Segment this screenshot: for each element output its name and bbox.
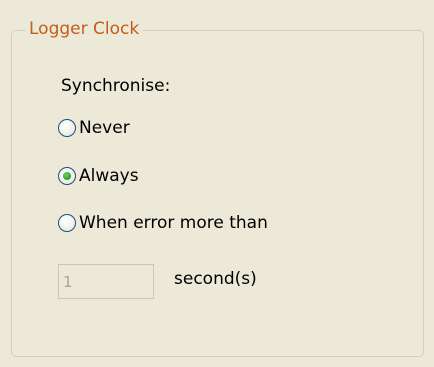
radio-always-circle[interactable] xyxy=(58,167,76,185)
radio-always[interactable]: Always xyxy=(58,164,139,188)
radio-never-label[interactable]: Never xyxy=(79,117,130,139)
radio-when-error-circle[interactable] xyxy=(58,214,76,232)
radio-never-circle[interactable] xyxy=(58,119,76,137)
group-title: Logger Clock xyxy=(26,18,143,40)
radio-when-error-label[interactable]: When error more than xyxy=(79,212,268,234)
error-threshold-input[interactable] xyxy=(58,264,154,299)
radio-always-label[interactable]: Always xyxy=(79,165,139,187)
seconds-unit-label: second(s) xyxy=(174,269,257,289)
radio-when-error[interactable]: When error more than xyxy=(58,211,268,235)
synchronise-label: Synchronise: xyxy=(61,76,171,96)
radio-selected-dot xyxy=(63,172,71,180)
radio-never[interactable]: Never xyxy=(58,116,130,140)
